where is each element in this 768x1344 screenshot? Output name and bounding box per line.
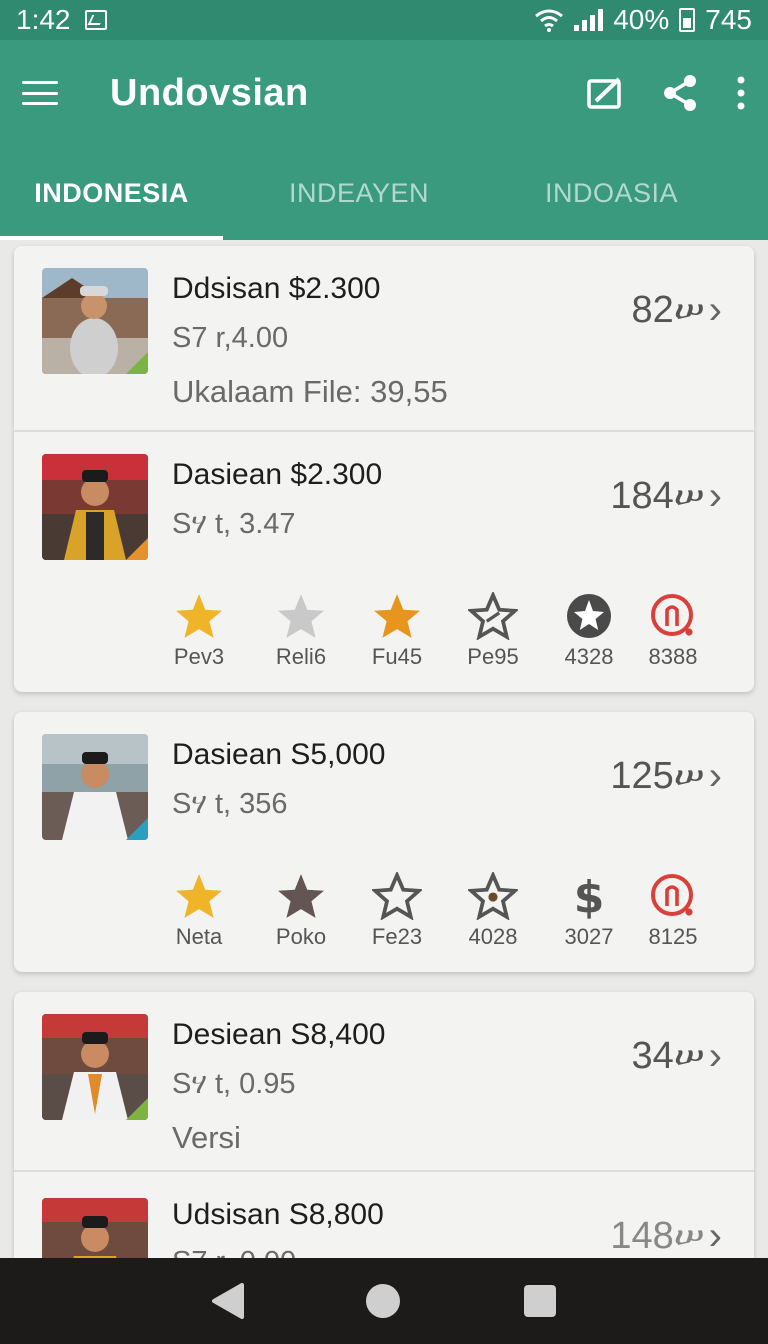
item-title: Desiean S8,400 (172, 1018, 386, 1051)
item-thumbnail (42, 1198, 148, 1258)
item-value: 148ሠ › (610, 1214, 722, 1258)
star-dark-icon (278, 874, 324, 918)
red-circle-icon (651, 874, 693, 916)
item-value: 125ሠ › (610, 754, 722, 798)
star-outline-icon (468, 872, 518, 920)
item-title: Dasiean S5,000 (172, 738, 386, 771)
gallery-notification-icon (84, 10, 107, 30)
item-title: Udsisan S8,800 (172, 1198, 384, 1231)
item-subtitle: Sሃ t, 3.47 (172, 508, 296, 540)
chevron-right-icon: › (708, 1034, 722, 1078)
item-value: 34ሠ › (631, 1034, 722, 1078)
item-subtitle: Sሃ t, 356 (172, 788, 288, 820)
list-item[interactable]: Dasiean S5,000 Sሃ t, 356 125ሠ › Neta Poko… (14, 712, 754, 972)
item-subtitle: S7 r, 0.00 (172, 1246, 296, 1258)
action-row: Pev3 Reli6 Fu45 Pe95 4328 8388 (154, 592, 714, 682)
battery-icon (679, 8, 696, 32)
list-card: Dasiean S5,000 Sሃ t, 356 125ሠ › Neta Poko… (14, 712, 754, 972)
chevron-right-icon: › (708, 1214, 722, 1258)
action-item[interactable]: Fe23 (352, 872, 442, 950)
tab-bar: INDONESIA INDEAYEN INDOASIA (0, 146, 768, 240)
item-extra: Ukalaam File: 39,55 (172, 374, 448, 409)
status-time: 1:42 (16, 4, 71, 35)
action-item[interactable]: 4028 (448, 872, 538, 950)
menu-icon[interactable] (22, 81, 58, 105)
app-bar: Undovsian (0, 40, 768, 146)
item-extra: Versi (172, 1120, 241, 1155)
item-thumbnail (42, 268, 148, 374)
status-bar: 1:42 40% 745 (0, 0, 768, 40)
item-thumbnail (42, 1014, 148, 1120)
signal-icon (574, 9, 604, 31)
action-item[interactable]: Pev3 (154, 592, 244, 670)
star-outline-icon (372, 872, 422, 920)
battery-percent: 40% (613, 4, 670, 35)
badge-star-icon (567, 594, 611, 638)
tab-indoasia[interactable]: INDOASIA (495, 146, 728, 240)
status-clock: 745 (705, 4, 752, 35)
tab-indeayen[interactable]: INDEAYEN (223, 146, 495, 240)
star-grey-icon (278, 594, 324, 638)
item-title: Dasiean $2.300 (172, 458, 383, 491)
item-thumbnail (42, 734, 148, 840)
list-card: Ddsisan $2.300 S7 r,4.00 Ukalaam File: 3… (14, 246, 754, 692)
star-orange-icon (374, 594, 420, 638)
action-item[interactable]: Reli6 (256, 592, 346, 670)
star-gold-icon (176, 874, 222, 918)
item-title: Ddsisan $2.300 (172, 272, 381, 305)
list-item[interactable]: Dasiean $2.300 Sሃ t, 3.47 184ሠ › Pev3 Rel… (14, 430, 754, 692)
star-outline-icon (468, 592, 518, 640)
dollar-icon: $ (574, 872, 605, 920)
app-title: Undovsian (110, 71, 309, 114)
action-row: Neta Poko Fe23 4028 $ 3027 8125 (154, 872, 714, 962)
chevron-right-icon: › (708, 288, 722, 332)
red-circle-icon (651, 594, 693, 636)
recents-icon[interactable] (522, 1283, 558, 1319)
item-thumbnail (42, 454, 148, 560)
home-icon[interactable] (364, 1282, 402, 1320)
action-item[interactable]: 8125 (628, 872, 718, 950)
wifi-icon (535, 9, 564, 32)
star-gold-icon (176, 594, 222, 638)
list-item[interactable]: Desiean S8,400 Sሃ t, 0.95 Versi 34ሠ › (14, 992, 754, 1170)
item-list: Ddsisan $2.300 S7 r,4.00 Ukalaam File: 3… (0, 240, 768, 1258)
action-item[interactable]: Neta (154, 872, 244, 950)
action-item[interactable]: 8388 (628, 592, 718, 670)
action-item[interactable]: Poko (256, 872, 346, 950)
share-icon[interactable] (662, 74, 698, 112)
list-card: Desiean S8,400 Sሃ t, 0.95 Versi 34ሠ › Uds… (14, 992, 754, 1258)
item-subtitle: Sሃ t, 0.95 (172, 1068, 296, 1100)
action-item[interactable]: 4328 (544, 592, 634, 670)
chevron-right-icon: › (708, 754, 722, 798)
list-item[interactable]: Ddsisan $2.300 S7 r,4.00 Ukalaam File: 3… (14, 246, 754, 430)
system-nav-bar (0, 1258, 768, 1344)
svg-text:$: $ (574, 872, 605, 920)
back-icon[interactable] (210, 1282, 244, 1320)
item-subtitle: S7 r,4.00 (172, 322, 289, 354)
action-item[interactable]: Fu45 (352, 592, 442, 670)
action-item[interactable]: Pe95 (448, 592, 538, 670)
edit-icon[interactable] (586, 76, 624, 110)
tab-indonesia[interactable]: INDONESIA (0, 146, 223, 240)
item-value: 184ሠ › (610, 474, 722, 518)
more-options-icon[interactable] (736, 75, 746, 111)
item-value: 82ሠ › (631, 288, 722, 332)
action-item[interactable]: $ 3027 (544, 872, 634, 950)
list-item[interactable]: Udsisan S8,800 S7 r, 0.00 148ሠ› (14, 1170, 754, 1258)
chevron-right-icon: › (708, 474, 722, 518)
